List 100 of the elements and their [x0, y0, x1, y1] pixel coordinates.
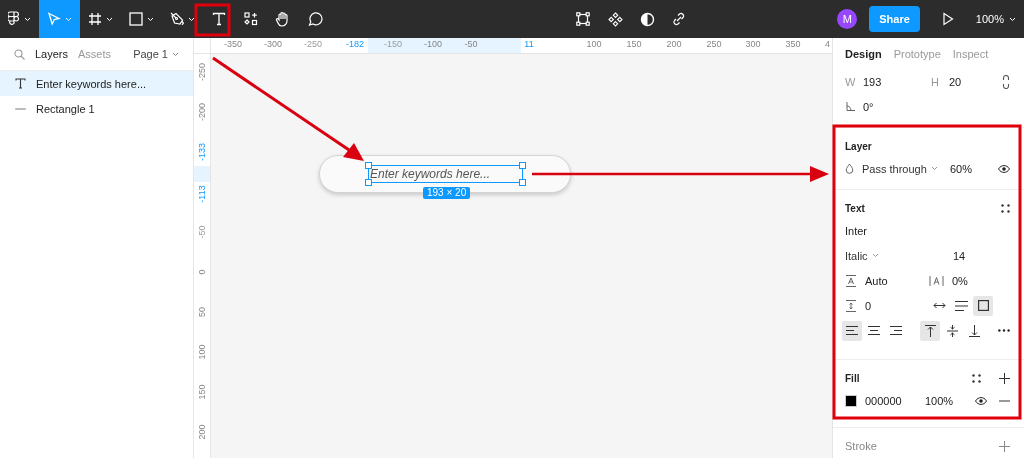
- search-icon: [14, 48, 25, 60]
- ruler-label: 150: [197, 386, 208, 398]
- ruler-label: 350: [785, 39, 801, 50]
- highlight-frame: [194, 3, 231, 37]
- ruler-label: 150: [626, 39, 642, 50]
- align-right-icon: [890, 326, 902, 335]
- align-bottom-icon: [968, 324, 980, 337]
- caret-icon: [188, 16, 195, 22]
- ruler-label: 300: [745, 39, 761, 50]
- play-icon: [941, 12, 954, 26]
- comment-icon: [307, 11, 323, 27]
- letter-spacing-field[interactable]: 0%: [952, 274, 968, 287]
- ruler-label: 250: [706, 39, 722, 50]
- paragraph-spacing-field[interactable]: 0: [865, 299, 872, 312]
- component-icon: [607, 11, 623, 27]
- dimension-label: 193 × 20: [423, 187, 471, 199]
- shapes-grid-icon: [244, 12, 258, 26]
- field-label: W: [845, 75, 855, 88]
- frame-icon: [88, 12, 102, 26]
- text-layer-content: Enter keywords here...: [369, 167, 491, 181]
- ruler-label: 11: [524, 39, 534, 50]
- rotation-field[interactable]: 0°: [863, 100, 874, 113]
- color-swatch[interactable]: [845, 394, 857, 407]
- align-left-button[interactable]: [842, 320, 862, 341]
- ruler-label: 100: [586, 39, 602, 50]
- section-title: Layer: [844, 139, 873, 154]
- frame-selection-icon: [576, 12, 590, 26]
- more-icon[interactable]: [998, 329, 1010, 332]
- align-top-button[interactable]: [920, 320, 940, 341]
- add-icon[interactable]: [999, 372, 1010, 384]
- caret-icon: [106, 16, 113, 22]
- layer-item[interactable]: Rectangle 1: [0, 96, 193, 121]
- line-height-field[interactable]: Auto: [865, 274, 888, 287]
- caret-icon: [1009, 16, 1016, 22]
- blend-mode-dropdown[interactable]: Pass through: [862, 162, 938, 175]
- align-middle-icon: [946, 324, 958, 337]
- ruler-label: 100: [197, 346, 208, 358]
- panel-tab[interactable]: Layers: [35, 48, 69, 60]
- font-size-field[interactable]: 14: [953, 249, 966, 262]
- contrast-icon: [639, 11, 655, 27]
- resize-handle[interactable]: [519, 162, 526, 169]
- eye-icon[interactable]: [998, 164, 1010, 173]
- layer-name: Rectangle 1: [36, 102, 95, 115]
- section-title: Stroke: [844, 439, 877, 454]
- ruler-label: -182: [346, 39, 364, 50]
- ruler-label: 200: [197, 426, 208, 438]
- page-dropdown[interactable]: Page 1: [133, 48, 179, 60]
- letter-spacing-icon: [929, 274, 944, 287]
- styles-icon[interactable]: [1001, 203, 1010, 213]
- lines-icon: [954, 300, 968, 311]
- ruler-label: -50: [197, 226, 208, 238]
- user-avatar[interactable]: M: [837, 9, 858, 29]
- panel-tab[interactable]: Design: [845, 47, 882, 60]
- text-layer-icon: [15, 78, 26, 89]
- zoom-dropdown[interactable]: 100%: [975, 13, 1016, 25]
- styles-icon[interactable]: [972, 373, 981, 383]
- align-top-icon: [924, 324, 936, 337]
- resize-handle[interactable]: [365, 179, 372, 186]
- text-tool-icon: [212, 12, 226, 26]
- remove-icon[interactable]: [999, 399, 1010, 402]
- ruler-label: 200: [666, 39, 682, 50]
- caret-icon: [172, 51, 179, 57]
- ruler-label: -250: [304, 39, 322, 50]
- ruler-selection-band: [194, 166, 210, 182]
- caret-icon: [24, 16, 31, 22]
- layer-name: Enter keywords here...: [36, 77, 147, 90]
- align-center-icon: [868, 326, 880, 335]
- opacity-field[interactable]: 60%: [949, 162, 972, 175]
- line-height-icon: [845, 274, 857, 287]
- hex-field[interactable]: 000000: [865, 394, 917, 407]
- font-style-dropdown[interactable]: Italic: [845, 249, 945, 262]
- fixed-button[interactable]: [973, 295, 993, 316]
- constrain-proportions-icon[interactable]: [1002, 74, 1010, 89]
- caret-icon: [147, 16, 154, 22]
- ruler-label: -300: [264, 39, 282, 50]
- pen-icon: [170, 12, 184, 26]
- section-title: Fill: [844, 371, 860, 386]
- section-title: Text: [844, 201, 865, 216]
- selected-text-layer[interactable]: Enter keywords here...: [368, 165, 523, 183]
- caret-icon: [871, 253, 879, 258]
- ruler-label: 50: [197, 306, 208, 318]
- layer-item[interactable]: Enter keywords here...: [0, 71, 193, 96]
- eye-icon[interactable]: [975, 396, 987, 405]
- ruler-label: -100: [424, 39, 442, 50]
- caret-icon: [65, 16, 72, 22]
- angle-icon: [846, 102, 855, 111]
- resize-handle[interactable]: [365, 162, 372, 169]
- opacity-field[interactable]: 100%: [925, 394, 954, 407]
- ruler-label: -150: [384, 39, 402, 50]
- height-field[interactable]: 20: [949, 75, 994, 88]
- ruler-label: -50: [464, 39, 478, 50]
- resize-handle[interactable]: [519, 179, 526, 186]
- font-family-field[interactable]: Inter: [845, 224, 867, 237]
- caret-icon: [930, 166, 938, 171]
- link-icon: [672, 12, 686, 26]
- field-label: H: [931, 75, 940, 88]
- width-field[interactable]: 193: [863, 75, 923, 88]
- rectangle-icon: [129, 12, 143, 26]
- horizontal-arrows-icon: [932, 302, 946, 309]
- ruler-label: 0: [197, 268, 208, 277]
